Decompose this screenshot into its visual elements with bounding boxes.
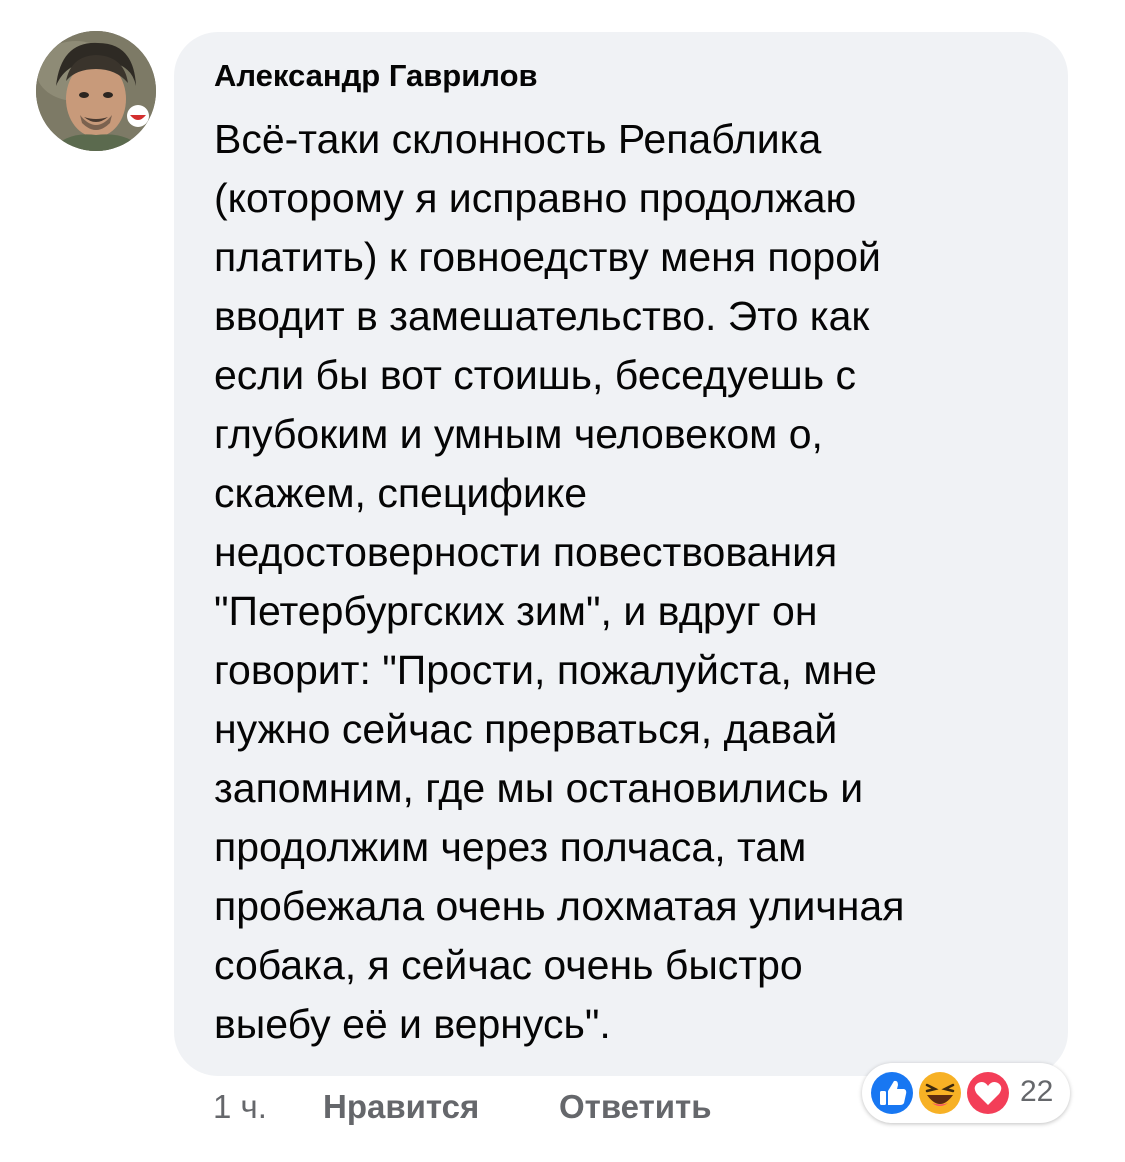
reaction-count: 22 xyxy=(1020,1075,1054,1108)
like-icon xyxy=(869,1070,915,1116)
love-icon xyxy=(965,1070,1011,1116)
comment-line: Всё-таки склонность Репаблика xyxy=(214,116,822,162)
comment-line: нужно сейчас прерваться, давай xyxy=(214,706,838,752)
reactions-summary[interactable]: 22 xyxy=(862,1063,1070,1123)
comment-line: (которому я исправно продолжаю xyxy=(214,175,857,221)
comment-line: платить) к говноедству меня порой xyxy=(214,234,881,280)
comment-line: недостоверности повествования xyxy=(214,529,838,575)
comment-line: запомним, где мы остановились и xyxy=(214,765,864,811)
comment-line: пробежала очень лохматая уличная xyxy=(214,883,905,929)
comment-line: "Петербургских зим", и вдруг он xyxy=(214,588,818,634)
comment-line: собака, я сейчас очень быстро xyxy=(214,942,803,988)
like-button[interactable]: Нравится xyxy=(323,1088,479,1126)
comment-line: вводит в замешательство. Это как xyxy=(214,293,870,339)
avatar[interactable] xyxy=(36,31,156,151)
comment-line: если бы вот стоишь, беседуешь с xyxy=(214,352,856,398)
comment-line: глубоким и умным человеком о, xyxy=(214,411,823,457)
comment-line: скажем, специфике xyxy=(214,470,588,516)
haha-icon xyxy=(917,1070,963,1116)
comment-text: Всё-таки склонность Репаблика (которому … xyxy=(214,110,1044,1054)
comment-author[interactable]: Александр Гаврилов xyxy=(214,58,538,94)
comment-timestamp[interactable]: 1 ч. xyxy=(213,1088,267,1126)
comment-line: продолжим через полчаса, там xyxy=(214,824,807,870)
avatar-photo xyxy=(36,31,156,151)
comment-line: говорит: "Прости, пожалуйста, мне xyxy=(214,647,877,693)
reply-button[interactable]: Ответить xyxy=(559,1088,712,1126)
comment-line: выебу её и вернусь". xyxy=(214,1001,611,1047)
